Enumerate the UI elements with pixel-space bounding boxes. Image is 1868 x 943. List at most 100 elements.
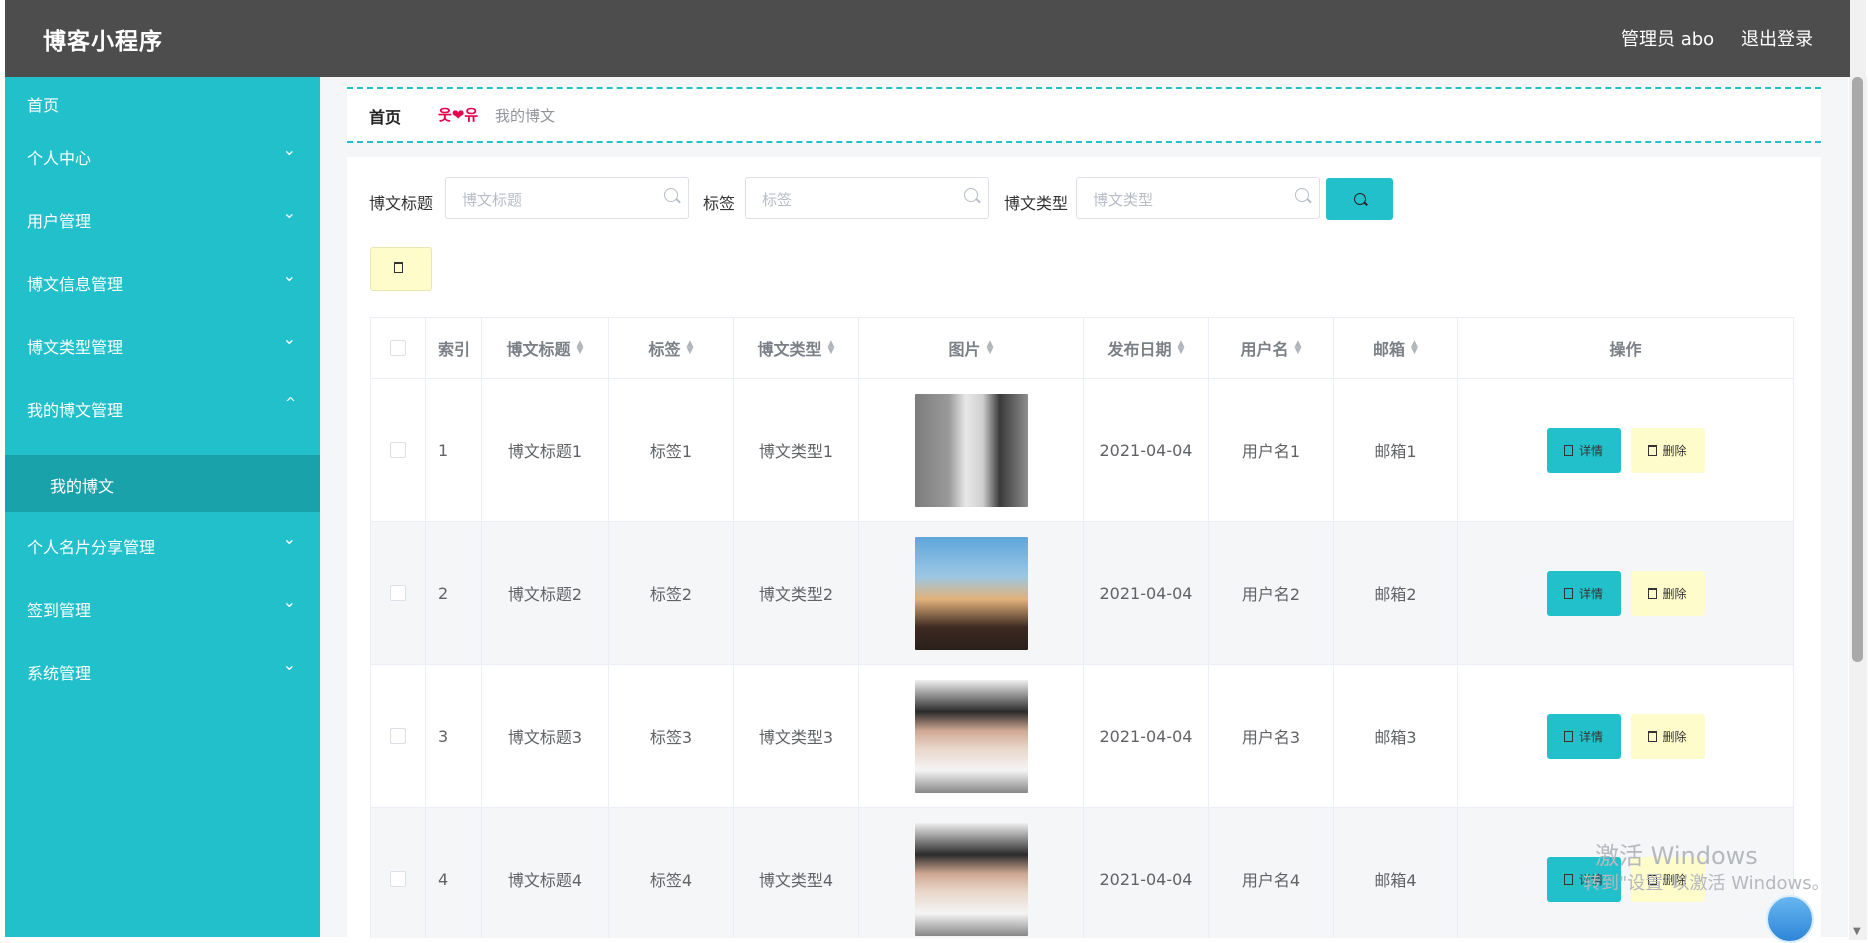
type-cell: 博文类型4 [734, 808, 859, 938]
title-cell: 博文标题3 [482, 665, 609, 808]
chevron-down-icon: ⌄ [282, 329, 296, 348]
search-button[interactable] [1326, 178, 1393, 220]
type-cell: 博文类型3 [734, 665, 859, 808]
row-checkbox[interactable] [390, 442, 406, 458]
document-icon [1563, 444, 1573, 456]
detail-button[interactable]: 详情 [1546, 570, 1621, 616]
col-header-label: 标签 [648, 340, 681, 359]
sidebar-item-system-management[interactable]: 系统管理 ⌄ [5, 645, 320, 695]
chevron-down-icon: ⌄ [282, 655, 296, 674]
page-scrollbar[interactable]: ▼ [1849, 77, 1867, 940]
actions-cell: 详情 删除 [1458, 379, 1794, 522]
detail-button[interactable]: 详情 [1546, 427, 1621, 473]
sidebar-item-my-blog-management[interactable]: 我的博文管理 ^ [5, 382, 320, 432]
delete-button[interactable]: 删除 [1630, 427, 1705, 473]
username-cell: 用户名2 [1209, 522, 1334, 665]
search-title-input[interactable]: 博文标题 [445, 177, 689, 219]
windows-activation-watermark: 激活 Windows 转到"设置"以激活 Windows。 [1583, 836, 1830, 894]
delete-label: 删除 [1662, 443, 1687, 458]
tag-cell: 标签3 [609, 665, 734, 808]
sidebar-item-user-management[interactable]: 用户管理 ⌄ [5, 193, 320, 243]
sidebar-item-label: 签到管理 [27, 601, 92, 620]
breadcrumb-current: 我的博文 [495, 107, 556, 125]
select-all-checkbox[interactable] [390, 340, 406, 356]
search-title-label: 博文标题 [369, 194, 434, 213]
search-icon [964, 188, 978, 202]
sidebar-item-label: 博文信息管理 [27, 275, 124, 294]
table-row: 1 博文标题1 标签1 博文类型1 2021-04-04 用户名1 邮箱1 详情… [371, 379, 1794, 522]
document-icon [1563, 730, 1573, 742]
sidebar-item-label: 我的博文管理 [27, 401, 124, 420]
batch-delete-button[interactable] [370, 247, 432, 291]
delete-label: 删除 [1662, 729, 1687, 744]
detail-label: 详情 [1578, 729, 1603, 744]
col-header-type[interactable]: 博文类型 ▲ ▼ [734, 318, 859, 379]
row-select-cell [371, 522, 426, 665]
sidebar-item-blog-type-management[interactable]: 博文类型管理 ⌄ [5, 319, 320, 369]
sort-icon: ▲ ▼ [827, 339, 835, 356]
trash-icon [1648, 730, 1658, 742]
date-cell: 2021-04-04 [1084, 808, 1209, 938]
sort-icon: ▲ ▼ [986, 339, 994, 356]
col-header-label: 索引 [438, 340, 471, 359]
delete-button[interactable]: 删除 [1630, 570, 1705, 616]
scroll-down-arrow-icon[interactable]: ▼ [1853, 926, 1861, 937]
sort-icon: ▲ ▼ [1177, 339, 1185, 356]
search-tag-input[interactable]: 标签 [745, 177, 989, 219]
delete-label: 删除 [1662, 586, 1687, 601]
sidebar-item-label: 系统管理 [27, 664, 92, 683]
chevron-up-icon: ^ [285, 396, 296, 411]
col-header-date[interactable]: 发布日期 ▲ ▼ [1084, 318, 1209, 379]
date-cell: 2021-04-04 [1084, 665, 1209, 808]
image-cell [859, 808, 1084, 938]
row-checkbox[interactable] [390, 728, 406, 744]
col-header-tag[interactable]: 标签 ▲ ▼ [609, 318, 734, 379]
email-cell: 邮箱1 [1334, 379, 1458, 522]
scroll-thumb[interactable] [1852, 77, 1863, 662]
chevron-down-icon: ⌄ [282, 140, 296, 159]
col-header-username[interactable]: 用户名 ▲ ▼ [1209, 318, 1334, 379]
image-cell [859, 379, 1084, 522]
sidebar-item-label: 首页 [27, 96, 60, 115]
tag-cell: 标签1 [609, 379, 734, 522]
top-bar: 博客小程序 管理员 abo 退出登录 [5, 0, 1853, 77]
chevron-down-icon: ⌄ [282, 266, 296, 285]
delete-button[interactable]: 删除 [1630, 713, 1705, 759]
breadcrumb-home[interactable]: 首页 [369, 104, 401, 128]
header-select-all [371, 318, 426, 379]
sort-icon: ▲ ▼ [1294, 339, 1302, 356]
breadcrumb: 首页 웃❤유 我的博文 [347, 87, 1821, 143]
sort-icon: ▲ ▼ [576, 339, 584, 356]
sidebar-item-label: 个人名片分享管理 [27, 538, 156, 557]
col-header-image[interactable]: 图片 ▲ ▼ [859, 318, 1084, 379]
trash-icon [394, 262, 403, 273]
search-icon [1295, 188, 1309, 202]
sidebar: 首页 个人中心 ⌄ 用户管理 ⌄ 博文信息管理 ⌄ 博文类型管理 ⌄ 我的博文管… [5, 77, 320, 937]
row-select-cell [371, 379, 426, 522]
logout-link[interactable]: 退出登录 [1741, 25, 1813, 51]
col-header-email[interactable]: 邮箱 ▲ ▼ [1334, 318, 1458, 379]
breadcrumb-separator: 웃❤유 [438, 106, 479, 124]
row-checkbox[interactable] [390, 871, 406, 887]
sidebar-item-home[interactable]: 首页 [5, 77, 320, 127]
detail-button[interactable]: 详情 [1546, 713, 1621, 759]
col-header-label: 博文类型 [757, 340, 822, 359]
col-header-title[interactable]: 博文标题 ▲ ▼ [482, 318, 609, 379]
floating-ball-icon[interactable] [1766, 895, 1814, 943]
col-header-index: 索引 [426, 318, 482, 379]
col-header-label: 操作 [1609, 340, 1642, 359]
date-cell: 2021-04-04 [1084, 379, 1209, 522]
email-cell: 邮箱4 [1334, 808, 1458, 938]
sidebar-item-label: 个人中心 [27, 149, 92, 168]
sidebar-item-personal-center[interactable]: 个人中心 ⌄ [5, 130, 320, 180]
search-type-input[interactable]: 博文类型 [1076, 177, 1320, 219]
sidebar-subitem-my-blog[interactable]: 我的博文 [5, 455, 320, 512]
sidebar-item-blog-info-management[interactable]: 博文信息管理 ⌄ [5, 256, 320, 306]
sidebar-item-checkin-management[interactable]: 签到管理 ⌄ [5, 582, 320, 632]
sidebar-item-label: 用户管理 [27, 212, 92, 231]
sidebar-item-card-share-management[interactable]: 个人名片分享管理 ⌄ [5, 519, 320, 569]
row-checkbox[interactable] [390, 585, 406, 601]
watermark-subtitle: 转到"设置"以激活 Windows。 [1583, 873, 1830, 894]
search-icon [1354, 193, 1366, 205]
row-select-cell [371, 808, 426, 938]
